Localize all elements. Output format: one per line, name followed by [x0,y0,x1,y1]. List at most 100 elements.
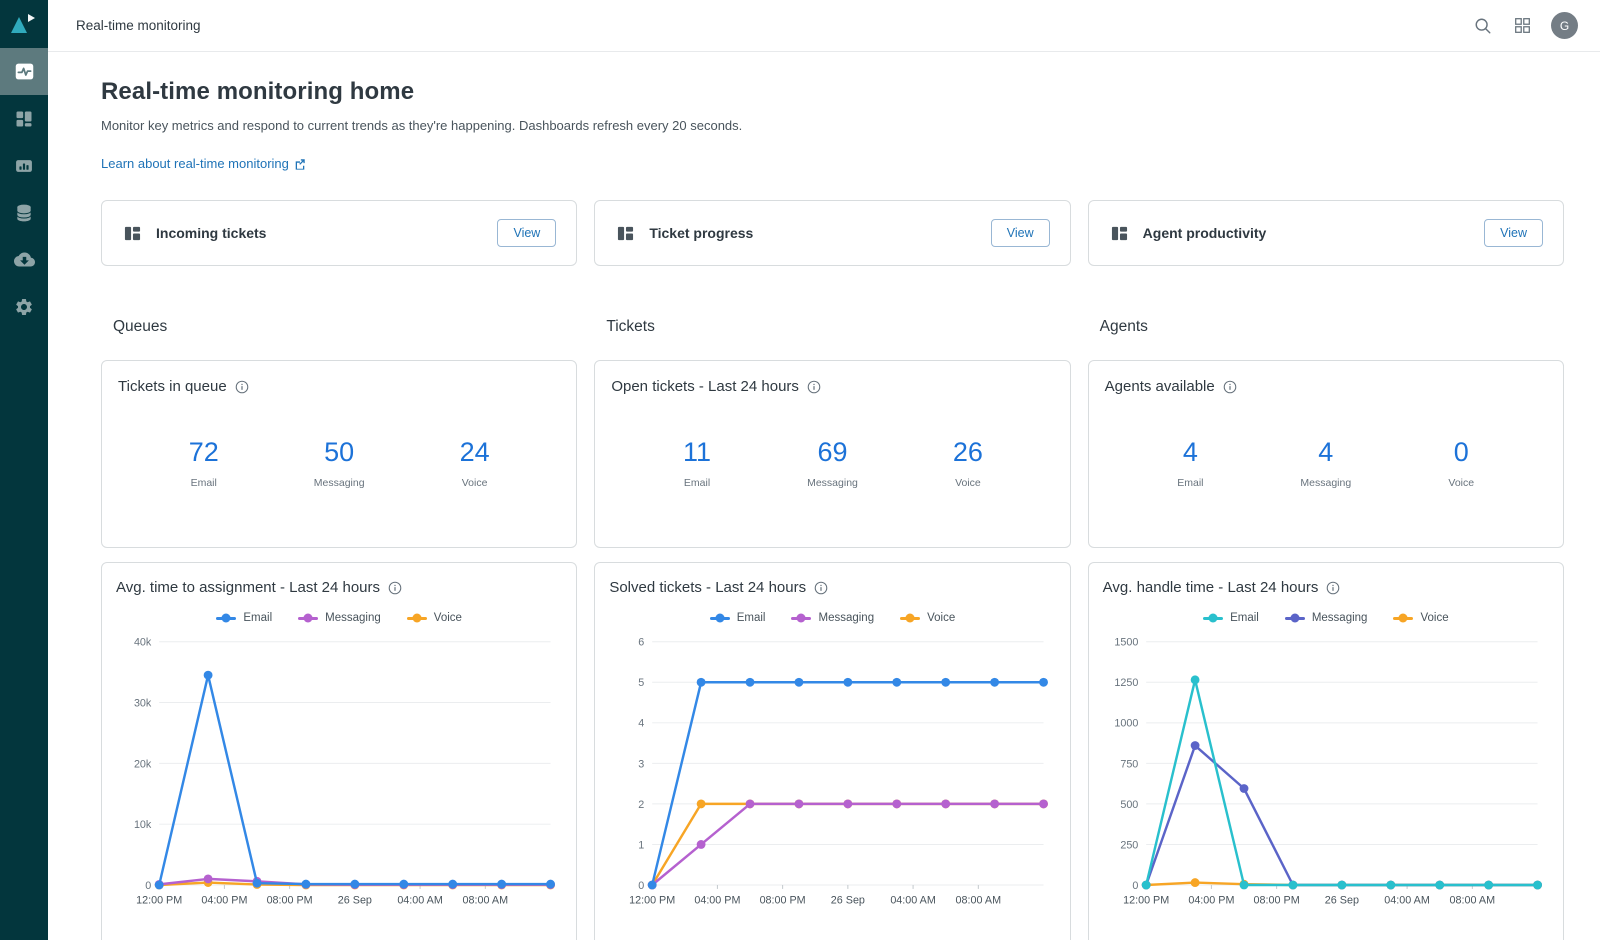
sidebar-item-settings[interactable] [0,283,48,330]
dashboard-icon [1111,225,1128,242]
legend-label: Email [243,612,272,624]
metric-messaging: 69 Messaging [802,437,862,489]
metric-value: 4 [1296,437,1356,468]
legend-item-email[interactable]: Email [216,612,272,624]
dashboard-card-incoming-tickets: Incoming tickets View [101,200,577,266]
svg-text:750: 750 [1120,758,1138,770]
sidebar [0,0,48,940]
svg-text:26 Sep: 26 Sep [1324,895,1358,907]
info-icon[interactable] [814,581,828,595]
info-icon[interactable] [1223,380,1237,394]
svg-text:04:00 PM: 04:00 PM [1188,895,1234,907]
explore-logo[interactable] [0,0,48,48]
svg-text:12:00 PM: 12:00 PM [136,895,182,907]
metrics-row: 4 Email 4 Messaging 0 Voice [1105,437,1547,489]
chart-card-avg-time-to-assignment: Avg. time to assignment - Last 24 hours … [101,562,577,940]
dashboard-cards-row: Incoming tickets View Ticket progress Vi… [101,200,1564,266]
dashboard-icon [124,225,141,242]
svg-text:08:00 AM: 08:00 AM [956,895,1002,907]
info-icon[interactable] [388,581,402,595]
topbar: Real-time monitoring G [48,0,1600,52]
svg-text:500: 500 [1120,799,1138,811]
metric-email: 4 Email [1160,437,1220,489]
svg-text:1500: 1500 [1114,637,1138,649]
dashboards-tiles-icon [14,109,34,129]
reports-bar-chart-icon [14,156,34,176]
metric-value: 69 [802,437,862,468]
view-ticket-progress-button[interactable]: View [991,219,1050,247]
search-button[interactable] [1472,15,1494,37]
svg-text:0: 0 [145,880,151,892]
metric-messaging: 50 Messaging [309,437,369,489]
legend-item-voice[interactable]: Voice [1393,612,1448,624]
legend-marker [791,617,811,620]
settings-gear-icon [14,297,34,317]
sidebar-item-datasets[interactable] [0,189,48,236]
metric-label: Voice [445,477,505,489]
line-chart: 010k20k30k40k12:00 PM04:00 PM08:00 PM26 … [116,628,562,923]
dashboard-card-label: Incoming tickets [156,225,266,241]
svg-text:08:00 AM: 08:00 AM [463,895,509,907]
legend-marker [1393,617,1413,620]
stat-card-title: Open tickets - Last 24 hours [611,378,799,395]
legend-label: Voice [434,612,462,624]
legend-item-messaging[interactable]: Messaging [298,612,381,624]
svg-text:12:00 PM: 12:00 PM [1123,895,1169,907]
learn-about-link[interactable]: Learn about real-time monitoring [101,156,306,171]
svg-text:1: 1 [639,839,645,851]
svg-text:30k: 30k [134,697,152,709]
metric-label: Email [174,477,234,489]
legend-label: Voice [927,612,955,624]
info-icon[interactable] [235,380,249,394]
exports-cloud-download-icon [14,249,35,270]
sidebar-item-exports[interactable] [0,236,48,283]
svg-text:0: 0 [639,880,645,892]
stat-card-title: Agents available [1105,378,1215,395]
app-switcher-button[interactable] [1512,15,1533,36]
info-icon[interactable] [807,380,821,394]
info-icon[interactable] [1326,581,1340,595]
chart-canvas: 025050075010001250150012:00 PM04:00 PM08… [1103,628,1549,918]
metric-value: 24 [445,437,505,468]
metric-messaging: 4 Messaging [1296,437,1356,489]
legend-item-messaging[interactable]: Messaging [1285,612,1368,624]
learn-about-link-label: Learn about real-time monitoring [101,156,289,171]
sidebar-item-dashboards[interactable] [0,95,48,142]
svg-text:04:00 AM: 04:00 AM [397,895,443,907]
legend-item-email[interactable]: Email [710,612,766,624]
svg-text:26 Sep: 26 Sep [338,895,372,907]
chart-cards-row: Avg. time to assignment - Last 24 hours … [101,562,1564,940]
dashboard-card-agent-productivity: Agent productivity View [1088,200,1564,266]
legend-item-email[interactable]: Email [1203,612,1259,624]
svg-text:08:00 PM: 08:00 PM [267,895,313,907]
legend-item-messaging[interactable]: Messaging [791,612,874,624]
external-link-icon [294,158,306,170]
metric-value: 50 [309,437,369,468]
stat-card-tickets-in-queue: Tickets in queue 72 Email 50 [101,360,577,548]
sidebar-item-live-monitoring[interactable] [0,48,48,95]
stat-cards-row: Tickets in queue 72 Email 50 [101,360,1564,548]
view-agent-productivity-button[interactable]: View [1484,219,1543,247]
avatar[interactable]: G [1551,12,1578,39]
legend-item-voice[interactable]: Voice [900,612,955,624]
legend-label: Email [737,612,766,624]
legend-label: Messaging [325,612,381,624]
view-incoming-tickets-button[interactable]: View [497,219,556,247]
page-subtitle: Monitor key metrics and respond to curre… [101,118,1564,133]
sidebar-item-reports[interactable] [0,142,48,189]
legend-marker [1285,617,1305,620]
svg-text:10k: 10k [134,819,152,831]
legend-label: Email [1230,612,1259,624]
metric-voice: 26 Voice [938,437,998,489]
chart-card-solved-tickets: Solved tickets - Last 24 hours EmailMess… [594,562,1070,940]
svg-text:4: 4 [639,718,645,730]
app-window: Real-time monitoring G [0,0,1600,940]
chart-legend: Email Messaging Voice [116,612,562,624]
legend-marker [216,617,236,620]
topbar-actions: G [1472,12,1578,39]
svg-text:26 Sep: 26 Sep [831,895,865,907]
legend-item-voice[interactable]: Voice [407,612,462,624]
page-content: Real-time monitoring home Monitor key me… [48,52,1600,940]
dashboard-icon [617,225,634,242]
live-monitoring-pulse-icon [14,61,35,82]
